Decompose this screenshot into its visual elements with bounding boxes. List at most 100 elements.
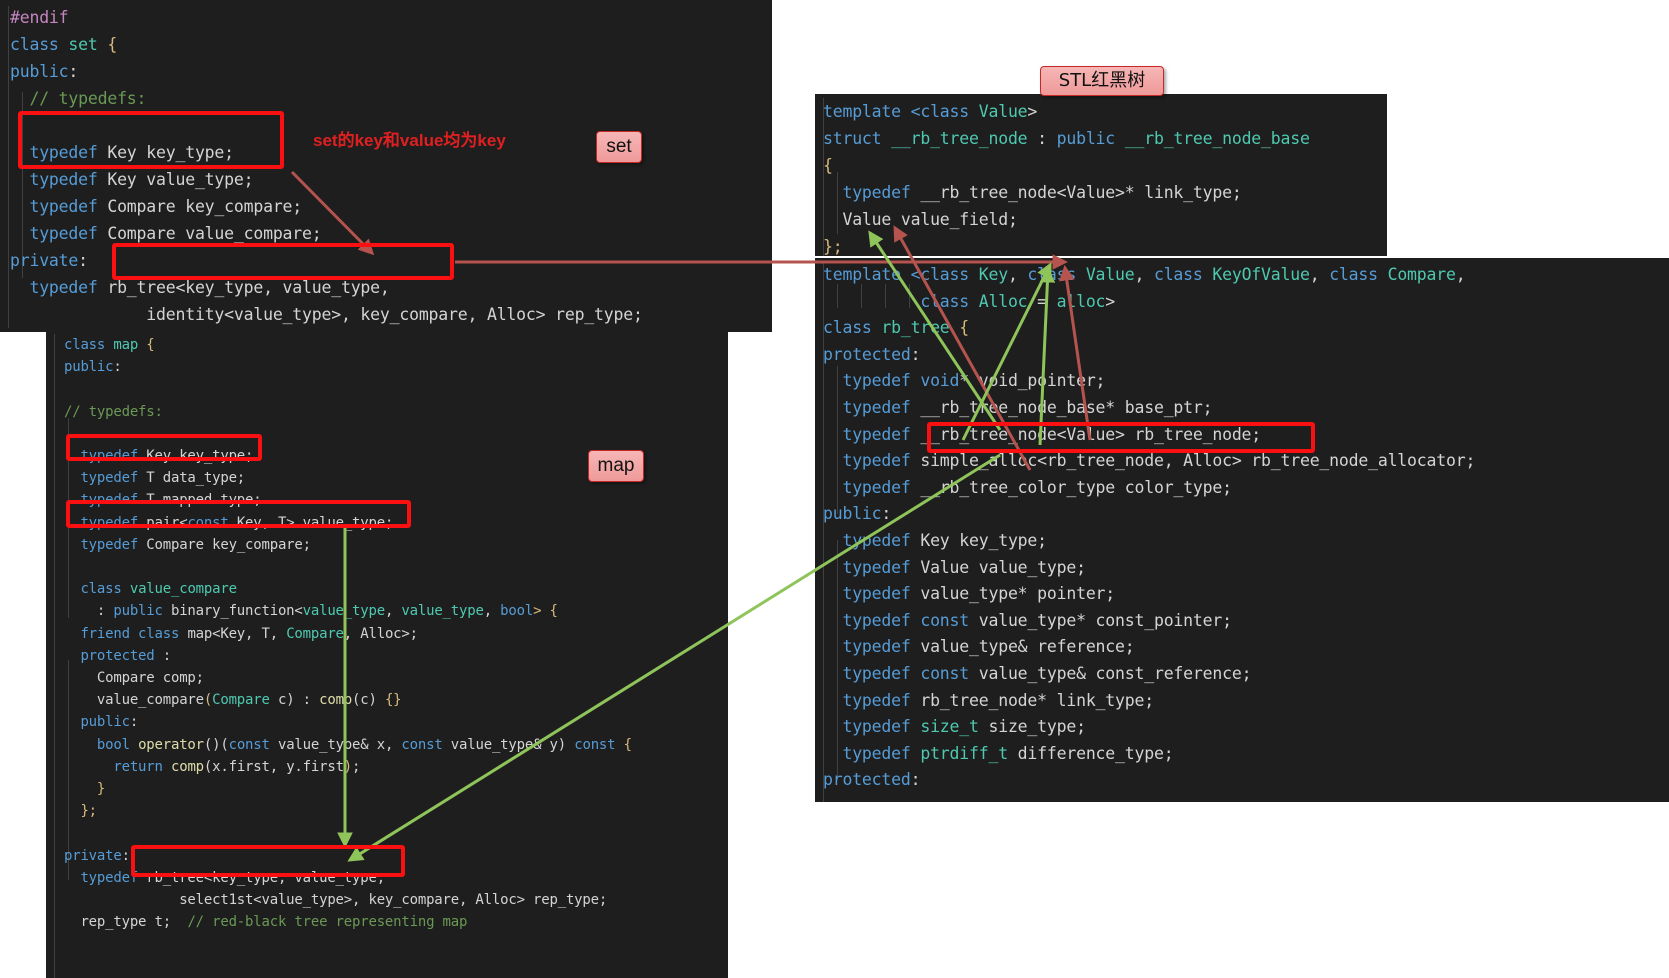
code-token: : xyxy=(78,251,88,270)
code-token: ( xyxy=(203,692,213,709)
code-token: class xyxy=(1027,265,1086,284)
code-token: const xyxy=(187,514,229,531)
code-token: class xyxy=(10,35,69,54)
code-line: select1st<value_type>, key_compare, Allo… xyxy=(64,889,728,911)
code-token: {} xyxy=(384,692,402,709)
code-token: value_type* pointer; xyxy=(910,584,1116,604)
code-line: typedef __rb_tree_node<Value>* link_type… xyxy=(823,179,1387,206)
code-token: value_type& x, xyxy=(269,736,402,753)
code-token: identity<value_type>, key_compare, Alloc… xyxy=(10,305,643,324)
code-token: typedef xyxy=(10,278,98,297)
map-label-chip[interactable]: map xyxy=(588,450,644,482)
code-token: alloc xyxy=(1056,291,1106,311)
code-line: Compare comp; xyxy=(64,667,728,689)
code-token: public xyxy=(1056,129,1116,148)
code-token: protected xyxy=(823,770,911,790)
code-token: typedef xyxy=(10,170,98,189)
code-line: { xyxy=(823,152,1387,179)
code-token: public xyxy=(823,504,882,524)
code-token: , Alloc>; xyxy=(343,625,418,642)
code-token: Key, T> value_type; xyxy=(228,514,394,531)
code-line: typedef Compare key_compare; xyxy=(64,534,728,556)
code-token: public xyxy=(10,62,69,81)
code-token: class xyxy=(64,337,114,353)
code-token: public xyxy=(113,603,163,620)
code-token: (c) xyxy=(352,692,385,709)
rbtree-label-chip[interactable]: STL红黑树 xyxy=(1040,66,1164,96)
code-token: typedef xyxy=(823,743,911,763)
code-token: { xyxy=(823,156,833,175)
code-token: Key key_type; xyxy=(138,448,254,465)
code-token: typedef xyxy=(823,663,911,683)
code-token: __rb_tree_color_type color_type; xyxy=(910,477,1232,497)
code-token: typedef xyxy=(10,224,98,243)
code-token: template xyxy=(823,265,911,284)
code-line: protected: xyxy=(823,767,1669,794)
code-token: __rb_tree_node_base* base_ptr; xyxy=(910,397,1213,417)
code-line: typedef const value_type& const_referenc… xyxy=(823,661,1669,688)
code-token: return xyxy=(64,758,171,775)
code-token: typedef xyxy=(823,530,911,550)
code-token: __rb_tree_node<Value> rb_tree_node; xyxy=(910,424,1262,444)
rb-tree-node-source-panel: template <class Value> struct __rb_tree_n… xyxy=(815,94,1387,256)
code-line: class map { xyxy=(64,334,728,356)
code-token: : xyxy=(1027,129,1057,148)
code-token: protected xyxy=(823,344,911,364)
code-token: comp xyxy=(170,758,204,775)
code-token: template xyxy=(823,102,911,121)
code-token: rep_type t; xyxy=(64,914,188,931)
code-token: value_compare xyxy=(129,581,237,598)
code-token: class xyxy=(64,581,130,598)
code-token: Compare xyxy=(212,692,270,709)
code-token: const xyxy=(910,663,970,683)
code-token: }; xyxy=(64,803,97,820)
code-line: typedef value_type& reference; xyxy=(823,634,1669,661)
code-token: class xyxy=(823,291,979,311)
code-line: typedef Value value_type; xyxy=(823,555,1669,582)
code-token: , xyxy=(1007,265,1028,284)
code-line: : public binary_function<value_type, val… xyxy=(64,600,728,622)
code-token: : xyxy=(64,603,114,620)
code-token: private xyxy=(64,847,122,864)
code-token: Compare xyxy=(286,625,344,642)
code-line: typedef Key key_type; xyxy=(823,528,1669,555)
code-line: }; xyxy=(64,800,728,822)
code-line: class value_compare xyxy=(64,578,728,600)
code-token: Value value_field; xyxy=(823,210,1018,229)
code-token: , xyxy=(1309,265,1330,284)
code-token: public xyxy=(64,359,114,376)
code-token: <Key, T, xyxy=(212,625,287,642)
code-token: typedef xyxy=(823,397,911,417)
code-token: ; xyxy=(352,758,361,775)
code-token: } xyxy=(64,781,106,798)
code-token: Compare xyxy=(1387,265,1456,284)
code-token: bool xyxy=(500,603,534,620)
code-token: map xyxy=(187,625,213,642)
code-token: <class xyxy=(910,102,979,121)
code-token: typedef xyxy=(823,477,911,497)
code-token: friend class xyxy=(64,625,188,642)
code-token: : xyxy=(881,504,892,524)
code-token: rb_tree xyxy=(881,318,950,338)
code-token: > xyxy=(1027,102,1038,121)
code-token: typedef xyxy=(64,470,139,487)
code-token: Value value_type; xyxy=(910,557,1086,577)
code-token: { xyxy=(138,337,155,353)
set-label-chip[interactable]: set xyxy=(596,131,642,163)
code-token: class xyxy=(823,318,882,338)
code-line: typedef __rb_tree_color_type color_type; xyxy=(823,475,1669,502)
code-line: Value value_field; xyxy=(823,206,1387,233)
code-token: typedef xyxy=(823,690,911,710)
code-token: rb_tree<key_type, value_type, xyxy=(138,869,385,886)
code-token: c) : xyxy=(269,692,320,709)
code-token: Key key_type; xyxy=(97,143,234,162)
code-token: difference_type; xyxy=(1007,743,1174,763)
code-token: , xyxy=(1455,265,1466,284)
code-token: Compare value_compare; xyxy=(97,224,322,243)
code-token: typedef xyxy=(64,492,139,509)
code-line: typedef __rb_tree_node_base* base_ptr; xyxy=(823,395,1669,422)
rb-tree-source-panel: template <class Key, class Value, class … xyxy=(815,258,1669,802)
code-token: rb_tree_node* link_type; xyxy=(910,690,1154,710)
